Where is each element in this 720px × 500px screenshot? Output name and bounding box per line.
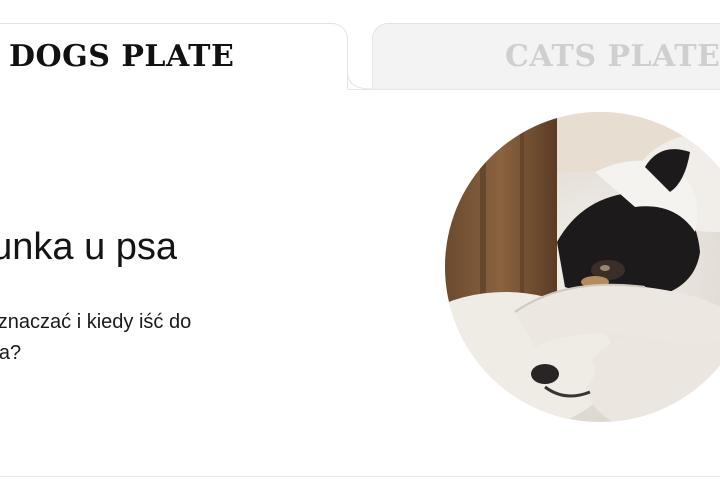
article-card: gunka u psa że oznaczać i kiedy iść do n… [0, 90, 720, 476]
tab-corner-curve [347, 70, 371, 90]
tab-cats-plate[interactable]: CATS PLATE [372, 23, 720, 89]
tab-dogs-plate[interactable]: DOGS PLATE [0, 23, 348, 89]
article-subtitle: że oznaczać i kiedy iść do narza? [0, 307, 290, 369]
dog-photo-illustration [445, 112, 720, 422]
page: CATS PLATE DOGS PLATE gunka u psa że ozn… [0, 0, 720, 500]
tab-dogs-plate-label: DOGS PLATE [9, 39, 235, 74]
article-photo[interactable] [445, 112, 720, 422]
article-divider [0, 476, 720, 477]
tab-cats-plate-label: CATS PLATE [505, 39, 720, 74]
article-title[interactable]: gunka u psa [0, 226, 177, 269]
article-subtitle-line-2: narza? [0, 342, 22, 364]
article-subtitle-line-1: że oznaczać i kiedy iść do [0, 311, 192, 333]
tab-bar: CATS PLATE DOGS PLATE [0, 0, 720, 90]
